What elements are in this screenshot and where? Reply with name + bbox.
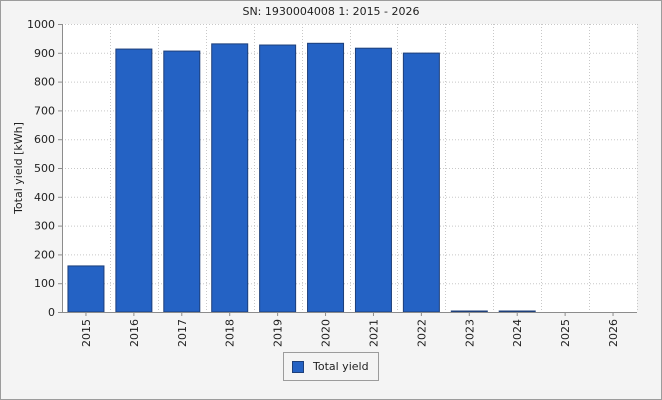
x-tick-label: 2017 <box>176 319 189 347</box>
x-tick-label: 2025 <box>559 319 572 347</box>
legend: Total yield <box>283 352 379 381</box>
x-tick-label: 2015 <box>80 319 93 347</box>
y-axis-label: Total yield [kWh] <box>12 122 25 215</box>
bar-2023 <box>450 310 488 313</box>
legend-swatch-total-yield <box>292 361 304 373</box>
x-tick-label: 2022 <box>415 319 428 347</box>
y-tick-label: 1000 <box>27 18 55 31</box>
x-tick-label: 2023 <box>463 319 476 347</box>
y-tick-label: 400 <box>34 191 55 204</box>
bar-2016 <box>115 48 153 313</box>
x-tick-label: 2020 <box>320 319 333 347</box>
x-tick-label: 2016 <box>128 319 141 347</box>
x-tick-label: 2021 <box>367 319 380 347</box>
x-tick-label: 2018 <box>224 319 237 347</box>
bar-chart: 0 100 200 300 400 500 600 700 800 900 1000 2015 2016… <box>12 18 638 347</box>
bar-2022 <box>402 52 440 313</box>
y-tick-label: 300 <box>34 220 55 233</box>
bar-2015 <box>67 265 105 313</box>
bar-2018 <box>211 43 249 313</box>
x-tick-label: 2024 <box>511 319 524 347</box>
legend-label-total-yield: Total yield <box>313 360 369 373</box>
y-tick-label: 800 <box>34 76 55 89</box>
bar-2017 <box>163 50 201 313</box>
y-tick-label: 0 <box>48 306 55 319</box>
y-tick-label: 900 <box>34 47 55 60</box>
x-tick-label: 2019 <box>272 319 285 347</box>
bar-2024 <box>498 310 536 313</box>
y-tick-label: 200 <box>34 248 55 261</box>
y-tick-label: 100 <box>34 277 55 290</box>
x-tick-label: 2026 <box>607 319 620 347</box>
y-tick-label: 600 <box>34 133 55 146</box>
y-tick-label: 500 <box>34 162 55 175</box>
bar-2019 <box>259 44 297 313</box>
y-tick-label: 700 <box>34 104 55 117</box>
bar-2020 <box>307 42 345 313</box>
bar-2021 <box>354 47 392 313</box>
